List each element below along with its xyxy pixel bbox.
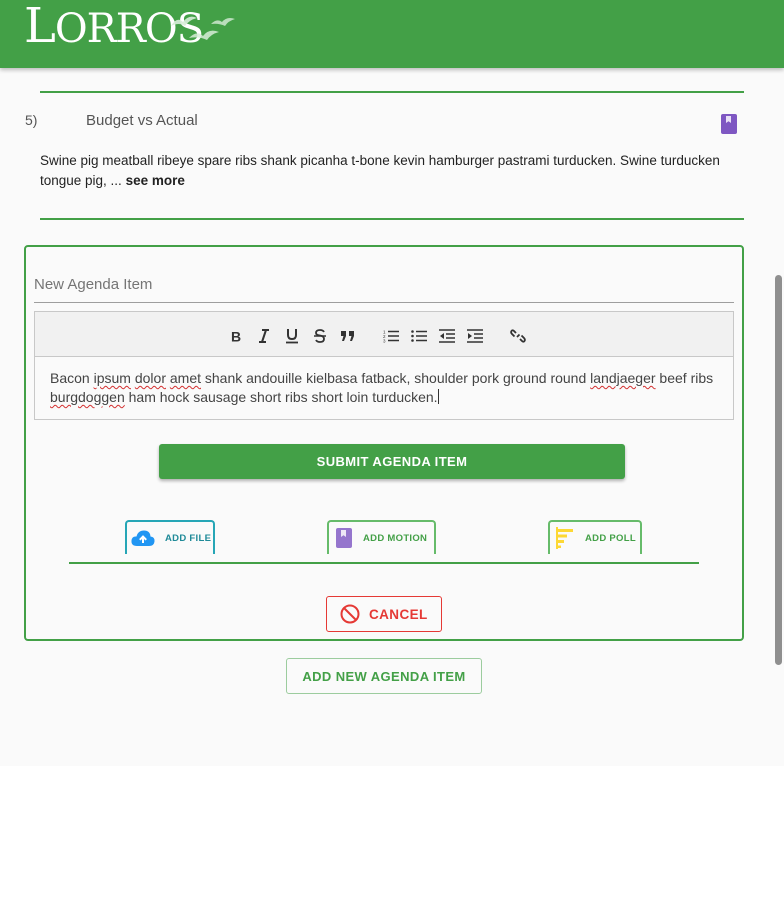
item-divider-bottom [40,218,744,220]
svg-text:B: B [231,329,241,343]
add-file-label: ADD FILE [165,532,212,544]
agenda-title-input[interactable] [34,272,734,303]
rich-text-editor[interactable]: B 123 Bacon ipsum dolor amet shank andou… [34,311,734,420]
indent-icon[interactable] [465,326,485,346]
misspelled-word[interactable]: ipsum [94,370,131,386]
bulleted-list-icon[interactable] [409,326,429,346]
attachments-divider [69,562,699,564]
numbered-list-icon[interactable]: 123 [381,326,401,346]
see-more-link[interactable]: see more [126,173,185,188]
agenda-item-description: Swine pig meatball ribeye spare ribs sha… [40,151,730,191]
underline-icon[interactable] [282,326,302,346]
editor-toolbar: B 123 [35,312,733,357]
add-motion-label: ADD MOTION [363,532,428,544]
svg-text:3: 3 [383,339,386,344]
poll-icon [556,527,574,549]
add-motion-button[interactable]: ADD MOTION [327,520,436,554]
cancel-label: CANCEL [369,606,428,622]
editor-text-segment: Bacon [50,370,94,386]
cancel-icon [340,604,360,624]
misspelled-word[interactable]: amet [170,370,201,386]
bold-icon[interactable]: B [226,326,246,346]
cloud-upload-icon [131,530,155,546]
agenda-item-number: 5) [25,112,38,128]
text-cursor [437,389,439,404]
cancel-button[interactable]: CANCEL [326,596,442,632]
lorros-logo[interactable]: LORROS [24,1,235,54]
add-poll-button[interactable]: ADD POLL [548,520,642,554]
add-poll-label: ADD POLL [585,532,636,544]
editor-text-segment: beef ribs [655,370,714,386]
strikethrough-icon[interactable] [310,326,330,346]
misspelled-word[interactable]: burgdoggen [50,389,125,405]
motion-flag-icon [336,528,352,548]
add-new-agenda-item-button[interactable]: ADD NEW AGENDA ITEM [286,658,482,694]
outdent-icon[interactable] [437,326,457,346]
misspelled-word[interactable]: dolor [135,370,166,386]
editor-text-segment: shank andouille kielbasa fatback, should… [201,370,591,386]
motion-flag-icon[interactable] [721,114,737,134]
italic-icon[interactable] [254,326,274,346]
submit-agenda-item-button[interactable]: SUBMIT AGENDA ITEM [159,444,625,479]
new-agenda-item-card [24,245,744,641]
editor-text-segment: ham hock sausage short ribs short loin t… [124,389,438,405]
agenda-item-title[interactable]: Budget vs Actual [86,112,198,129]
birds-icon [171,16,235,40]
quote-icon[interactable] [338,326,358,346]
misspelled-word[interactable]: landjaeger [590,370,655,386]
link-icon[interactable] [508,326,528,346]
editor-content[interactable]: Bacon ipsum dolor amet shank andouille k… [50,369,720,407]
add-file-button[interactable]: ADD FILE [125,520,215,554]
item-divider-top [40,91,744,93]
top-app-bar: LORROS [0,0,784,68]
scrollbar-thumb[interactable] [775,275,782,665]
